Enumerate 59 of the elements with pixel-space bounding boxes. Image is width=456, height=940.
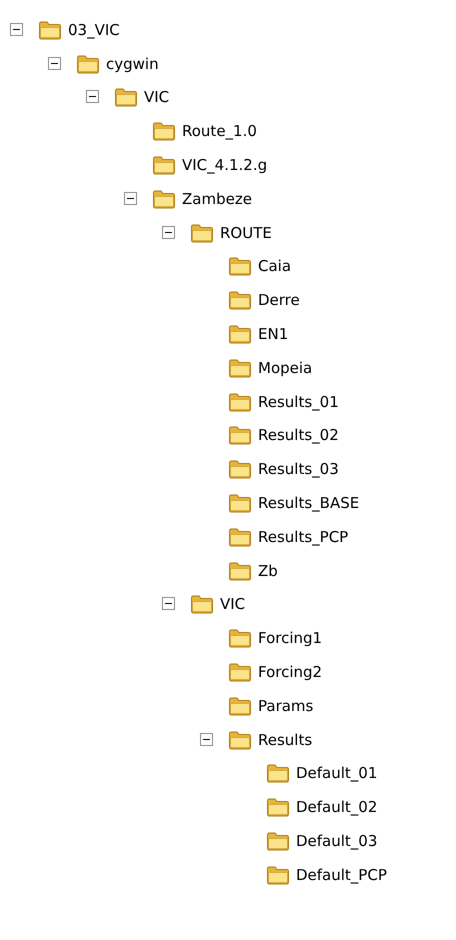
folder-label[interactable]: Caia xyxy=(256,256,294,276)
folder-label[interactable]: EN1 xyxy=(256,324,290,344)
collapse-toggle[interactable] xyxy=(86,90,99,104)
folder-icon xyxy=(228,290,252,310)
folder-icon xyxy=(38,20,62,40)
collapse-toggle[interactable] xyxy=(48,56,61,70)
folder-label[interactable]: Zb xyxy=(256,560,280,581)
folder-label[interactable]: Default_01 xyxy=(294,763,380,784)
folder-label[interactable]: Forcing1 xyxy=(256,628,324,648)
folder-label[interactable]: Default_PCP xyxy=(294,864,389,885)
folder-icon xyxy=(228,628,252,648)
folder-icon xyxy=(190,222,214,243)
folder-icon xyxy=(266,864,290,885)
folder-label[interactable]: Mopeia xyxy=(256,358,314,378)
collapse-toggle[interactable] xyxy=(10,22,23,36)
collapse-toggle[interactable] xyxy=(124,192,137,205)
folder-icon xyxy=(228,392,252,412)
folder-label[interactable]: Results_BASE xyxy=(256,493,362,514)
folder-icon xyxy=(152,188,176,209)
folder-icon xyxy=(228,730,252,750)
folder-icon xyxy=(228,560,252,581)
folder-icon xyxy=(76,54,100,74)
folder-label[interactable]: Results_02 xyxy=(256,425,341,446)
folder-icon xyxy=(228,526,252,547)
folder-label[interactable]: Route_1.0 xyxy=(180,121,259,142)
folder-icon xyxy=(228,425,252,446)
collapse-toggle[interactable] xyxy=(162,226,175,239)
folder-icon xyxy=(114,87,138,108)
folder-label[interactable]: Params xyxy=(256,696,316,716)
folder-icon xyxy=(266,831,290,852)
folder-icon xyxy=(266,797,290,818)
folder-label[interactable]: Default_03 xyxy=(294,831,380,852)
folder-icon xyxy=(266,763,290,784)
folder-label[interactable]: Results_03 xyxy=(256,459,341,480)
collapse-toggle[interactable] xyxy=(162,597,175,610)
folder-icon xyxy=(152,121,176,142)
folder-icon xyxy=(228,358,252,378)
folder-label[interactable]: Derre xyxy=(256,290,302,310)
folder-icon xyxy=(228,256,252,276)
collapse-toggle[interactable] xyxy=(200,732,213,746)
folder-label[interactable]: Forcing2 xyxy=(256,662,324,682)
folder-label[interactable]: VIC_4.1.2.g xyxy=(180,155,270,176)
folder-icon xyxy=(228,493,252,514)
folder-icon xyxy=(190,594,214,614)
folder-label[interactable]: 03_VIC xyxy=(66,20,122,40)
folder-icon xyxy=(228,696,252,716)
folder-label[interactable]: Results xyxy=(256,730,314,750)
folder-label[interactable]: ROUTE xyxy=(218,222,274,243)
folder-label[interactable]: Default_02 xyxy=(294,797,380,818)
folder-icon xyxy=(228,662,252,682)
folder-label[interactable]: cygwin xyxy=(104,54,161,74)
folder-label[interactable]: Results_01 xyxy=(256,392,341,412)
folder-label[interactable]: Zambeze xyxy=(180,188,254,209)
folder-label[interactable]: VIC xyxy=(218,594,248,614)
folder-label[interactable]: VIC xyxy=(142,87,172,108)
folder-icon xyxy=(228,324,252,344)
folder-label[interactable]: Results_PCP xyxy=(256,526,350,547)
folder-icon xyxy=(152,155,176,176)
folder-icon xyxy=(228,459,252,480)
